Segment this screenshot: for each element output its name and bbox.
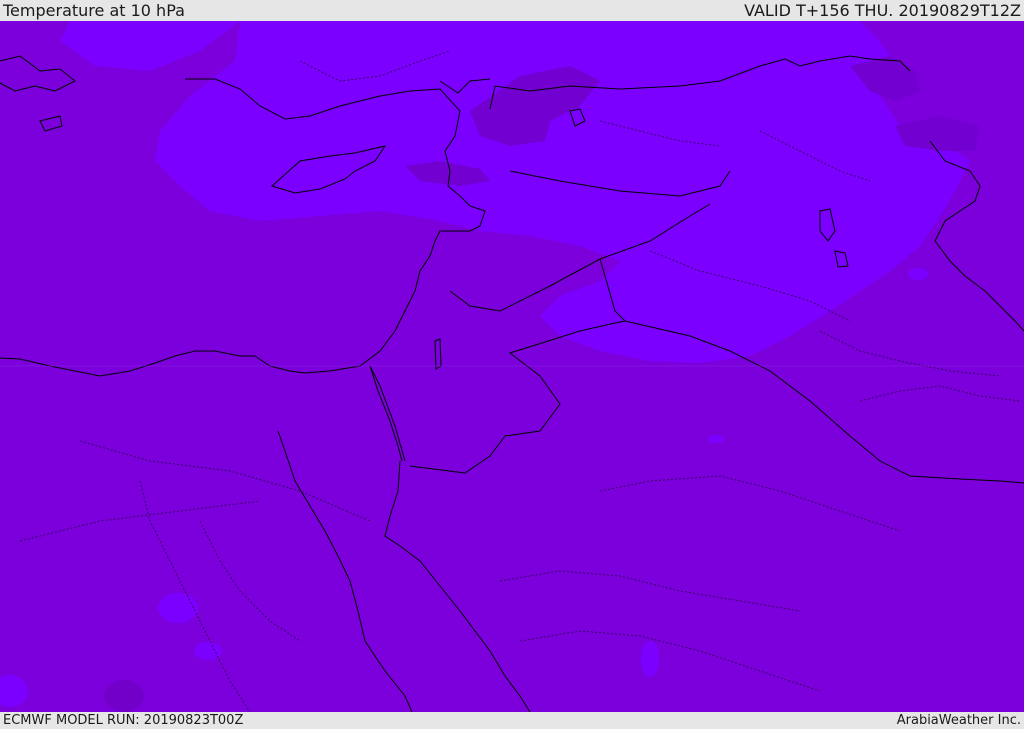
map-canvas (0, 21, 1024, 712)
warm-blob-5 (708, 435, 724, 443)
model-run-label: ECMWF MODEL RUN: 20190823T00Z (3, 713, 244, 728)
warm-blob-3 (641, 641, 659, 677)
valid-time-label: VALID T+156 THU. 20190829T12Z (744, 1, 1021, 20)
footer-bar: ECMWF MODEL RUN: 20190823T00Z ArabiaWeat… (0, 712, 1024, 729)
warm-blob-1 (158, 593, 198, 623)
map-title: Temperature at 10 hPa (3, 1, 185, 20)
warm-blob-6 (908, 268, 928, 280)
cool-blob-1 (104, 680, 144, 712)
header-bar: Temperature at 10 hPa VALID T+156 THU. 2… (0, 0, 1024, 21)
temperature-map[interactable] (0, 21, 1024, 712)
credit-label: ArabiaWeather Inc. (896, 713, 1021, 728)
